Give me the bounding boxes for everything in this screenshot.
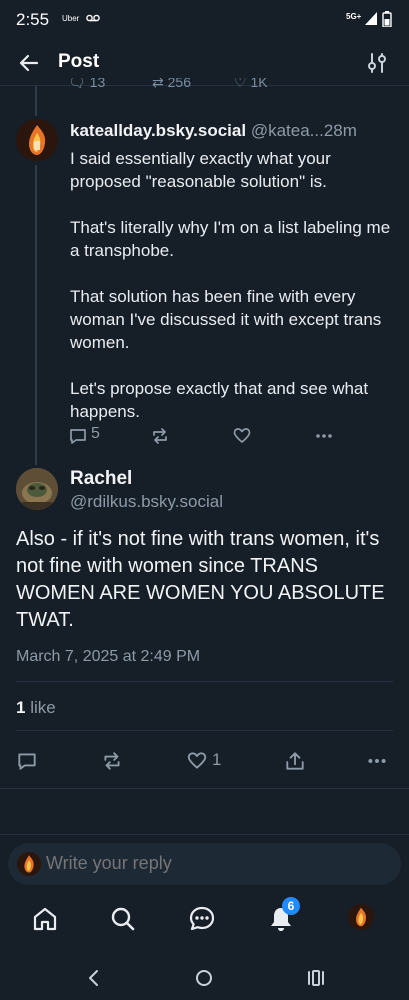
thread-line xyxy=(35,165,37,465)
share-button[interactable] xyxy=(284,748,308,770)
status-bar: 2:55 Uber 5G+ xyxy=(0,0,409,40)
reply-action-bar: 5 xyxy=(68,424,348,446)
likes-label: like xyxy=(30,698,56,717)
reply-handle[interactable]: @katea... xyxy=(251,121,324,140)
home-icon[interactable] xyxy=(30,904,60,934)
like-count: 1 xyxy=(212,750,222,769)
system-navigation xyxy=(0,958,409,1000)
divider xyxy=(16,730,393,731)
reply-count-partial[interactable]: 🗨 13 xyxy=(68,78,105,91)
ellipsis-icon xyxy=(316,434,332,438)
reply-paragraph: That's literally why I'm on a list label… xyxy=(70,218,391,260)
search-icon[interactable] xyxy=(108,904,138,934)
reply-composer[interactable] xyxy=(8,843,401,885)
reply-button[interactable] xyxy=(16,748,40,770)
battery-icon xyxy=(382,11,392,27)
reply-paragraph: That solution has been fine with every w… xyxy=(70,287,382,352)
repost-count-partial[interactable]: ⇄ 256 xyxy=(152,78,191,91)
parent-post-actions: 🗨 13 ⇄ 256 ♡ 1K xyxy=(68,78,298,94)
avatar-image xyxy=(348,904,374,930)
post-timestamp: March 7, 2025 at 2:49 PM xyxy=(16,648,201,665)
author-handle[interactable]: @rdilkus.bsky.social xyxy=(70,492,223,512)
bottom-navigation: 6 xyxy=(0,897,409,938)
post-action-bar: 1 xyxy=(16,748,393,772)
reply-count: 5 xyxy=(91,425,100,442)
divider xyxy=(0,788,409,789)
avatar-image xyxy=(16,468,58,510)
system-back-icon[interactable] xyxy=(82,966,106,990)
like-count-partial[interactable]: ♡ 1K xyxy=(234,78,268,91)
reply-author[interactable]: kateallday.bsky.social @katea...28m xyxy=(70,121,395,141)
reply-time: 28m xyxy=(323,121,357,140)
system-home-icon[interactable] xyxy=(192,966,216,990)
chat-icon[interactable] xyxy=(187,904,217,934)
profile-avatar[interactable] xyxy=(348,904,374,930)
post-body: Also - if it's not fine with trans women… xyxy=(16,528,385,631)
avatar xyxy=(17,852,41,876)
thread-line xyxy=(35,86,37,116)
status-time: 2:55 xyxy=(16,10,50,29)
notification-badge: 6 xyxy=(282,897,300,915)
avatar-image xyxy=(17,852,41,876)
comment-icon xyxy=(70,429,86,444)
comment-icon xyxy=(18,753,36,770)
ellipsis-icon xyxy=(368,759,386,763)
reply-paragraph: Let's propose exactly that and see what … xyxy=(70,379,369,421)
repost-button[interactable] xyxy=(150,424,174,446)
arrow-left-icon[interactable] xyxy=(16,50,42,76)
reply-body: I said essentially exactly what your pro… xyxy=(70,147,400,446)
status-network: 5G+ xyxy=(346,12,362,21)
like-button[interactable]: 1 xyxy=(186,748,230,770)
reply-button[interactable]: 5 xyxy=(68,424,108,446)
avatar[interactable] xyxy=(16,119,58,161)
like-button[interactable] xyxy=(232,424,256,446)
reply-paragraph: I said essentially exactly what your pro… xyxy=(70,149,331,191)
more-options-button[interactable] xyxy=(314,424,338,446)
page-title: Post xyxy=(58,51,100,72)
avatar-image xyxy=(16,119,58,161)
heart-icon xyxy=(233,428,251,443)
likes-summary[interactable]: 1 like xyxy=(16,698,56,718)
heart-icon xyxy=(187,752,207,769)
share-icon xyxy=(286,752,304,770)
repost-icon xyxy=(104,752,120,770)
signal-icon xyxy=(365,12,377,25)
status-carrier-app: Uber xyxy=(62,14,80,23)
repost-icon xyxy=(153,428,167,444)
voicemail-icon xyxy=(86,14,100,22)
more-options-button[interactable] xyxy=(366,748,390,770)
likes-count: 1 xyxy=(16,698,26,717)
author-display-name[interactable]: Rachel xyxy=(70,468,132,490)
divider xyxy=(16,681,393,682)
sliders-icon[interactable] xyxy=(364,50,390,76)
reply-display-name[interactable]: kateallday.bsky.social xyxy=(70,121,246,140)
avatar[interactable] xyxy=(16,468,58,510)
reply-input[interactable] xyxy=(46,853,366,874)
repost-button[interactable] xyxy=(101,748,125,770)
system-recents-icon[interactable] xyxy=(304,966,328,990)
